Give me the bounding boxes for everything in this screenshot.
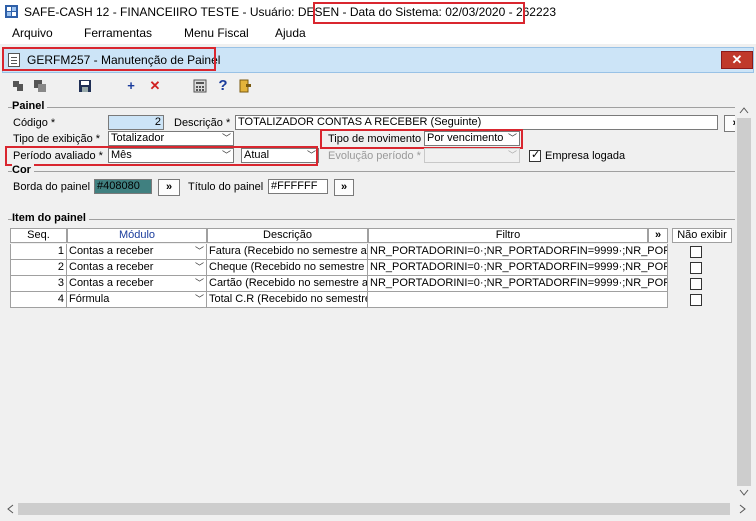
cell-seq[interactable]: 3: [10, 276, 67, 292]
titulo-label: Título do painel: [188, 181, 264, 193]
toolbar: + ✕ ?: [2, 74, 754, 98]
tipo-exibicao-select[interactable]: Totalizador ﹀: [108, 131, 234, 146]
menu-ferramentas[interactable]: Ferramentas: [84, 26, 152, 40]
descricao-field[interactable]: TOTALIZADOR CONTAS A RECEBER (Seguinte): [235, 115, 718, 130]
scroll-right-icon[interactable]: [739, 504, 747, 514]
exit-icon[interactable]: [237, 78, 253, 94]
app-icon: [5, 5, 18, 18]
horizontal-scrollbar[interactable]: [2, 500, 754, 518]
system-date-highlight: [313, 2, 525, 24]
chevron-down-icon: ﹀: [194, 278, 204, 288]
cell-modulo[interactable]: Contas a receber ﹀: [67, 260, 207, 276]
tipo-exibicao-label: Tipo de exibição *: [13, 133, 101, 145]
horizontal-scroll-thumb[interactable]: [18, 503, 730, 515]
menu-arquivo[interactable]: Arquivo: [12, 26, 53, 40]
painel-group-label: Painel: [12, 100, 48, 112]
vertical-scroll-thumb[interactable]: [737, 118, 751, 486]
chevron-down-icon: ﹀: [194, 294, 204, 304]
cell-filtro[interactable]: NR_PORTADORINI=0·;NR_PORTADORFIN=9999·;N…: [368, 276, 668, 292]
add-icon[interactable]: +: [123, 78, 139, 94]
nao-exibir-checkbox[interactable]: [690, 246, 702, 258]
scroll-down-icon[interactable]: [739, 489, 749, 497]
cor-group-label: Cor: [12, 164, 34, 176]
cor-group-line: [8, 171, 746, 172]
cell-filtro[interactable]: NR_PORTADORINI=0·;NR_PORTADORFIN=9999·;N…: [368, 260, 668, 276]
cell-modulo[interactable]: Contas a receber ﹀: [67, 276, 207, 292]
descricao-label: Descrição *: [174, 117, 231, 129]
col-header-filtro[interactable]: Filtro: [368, 228, 648, 243]
chevron-down-icon: ﹀: [194, 262, 204, 272]
col-header-expand[interactable]: »: [648, 228, 668, 243]
cell-seq[interactable]: 4: [10, 292, 67, 308]
first-record-icon[interactable]: [10, 78, 26, 94]
borda-label: Borda do painel: [13, 181, 91, 193]
borda-picker-button[interactable]: »: [158, 179, 180, 196]
borda-field[interactable]: #408080: [94, 179, 152, 194]
tipo-movimento-highlight: [320, 129, 523, 149]
cell-descricao[interactable]: Total C.R (Recebido no semestre: [207, 292, 368, 308]
titulo-picker-button[interactable]: »: [334, 179, 354, 196]
col-header-modulo[interactable]: Módulo: [67, 228, 207, 243]
cell-seq[interactable]: 2: [10, 260, 67, 276]
col-header-seq[interactable]: Seq.: [10, 228, 67, 243]
scroll-up-icon[interactable]: [739, 106, 749, 114]
menu-fiscal[interactable]: Menu Fiscal: [184, 26, 249, 40]
close-button[interactable]: ✕: [721, 51, 753, 69]
evolucao-select: ﹀: [424, 148, 520, 163]
cell-seq[interactable]: 1: [10, 244, 67, 260]
titulo-field[interactable]: #FFFFFF: [268, 179, 328, 194]
periodo-highlight: [5, 146, 318, 166]
empresa-logada-checkbox[interactable]: [529, 148, 541, 162]
empresa-logada-label: Empresa logada: [545, 150, 626, 162]
calculator-icon[interactable]: [192, 78, 208, 94]
nao-exibir-checkbox[interactable]: [690, 278, 702, 290]
form-title-highlight: [2, 47, 216, 71]
cell-filtro[interactable]: [368, 292, 668, 308]
save-icon[interactable]: [77, 78, 93, 94]
delete-icon[interactable]: ✕: [147, 78, 163, 94]
vertical-scrollbar[interactable]: [735, 104, 753, 499]
cell-filtro[interactable]: NR_PORTADORINI=0·;NR_PORTADORFIN=9999·;N…: [368, 244, 668, 260]
col-header-nao-exibir[interactable]: Não exibir: [672, 228, 732, 243]
help-icon[interactable]: ?: [215, 78, 231, 94]
item-group-label: Item do painel: [12, 212, 89, 224]
item-group-line: [8, 219, 746, 220]
scroll-left-icon[interactable]: [6, 504, 14, 514]
cell-modulo[interactable]: Contas a receber ﹀: [67, 244, 207, 260]
codigo-field[interactable]: 2: [108, 115, 164, 130]
copy-icon[interactable]: [32, 78, 48, 94]
menu-ajuda[interactable]: Ajuda: [275, 26, 306, 40]
chevron-down-icon: ﹀: [221, 133, 231, 143]
menu-bar: Arquivo Ferramentas Menu Fiscal Ajuda: [0, 24, 756, 44]
cell-descricao[interactable]: Fatura (Recebido no semestre at: [207, 244, 368, 260]
cell-descricao[interactable]: Cartão (Recebido no semestre at: [207, 276, 368, 292]
cell-descricao[interactable]: Cheque (Recebido no semestre a: [207, 260, 368, 276]
codigo-label: Código *: [13, 117, 56, 129]
cell-modulo[interactable]: Fórmula ﹀: [67, 292, 207, 308]
chevron-down-icon: ﹀: [507, 150, 517, 160]
nao-exibir-checkbox[interactable]: [690, 262, 702, 274]
chevron-down-icon: ﹀: [194, 246, 204, 256]
col-header-descricao[interactable]: Descrição: [207, 228, 368, 243]
evolucao-label: Evolução período *: [328, 150, 421, 162]
nao-exibir-checkbox[interactable]: [690, 294, 702, 306]
painel-group-line: [8, 107, 746, 108]
